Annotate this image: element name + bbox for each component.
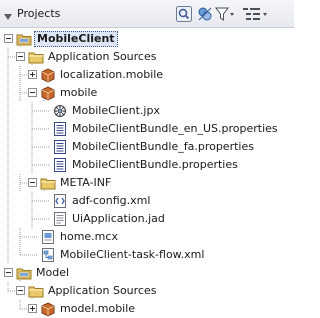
tree-item-label: META-INF <box>60 176 112 189</box>
tree-item-label: Model <box>36 266 70 279</box>
properties-file-icon <box>52 139 68 155</box>
folder-icon <box>28 49 44 65</box>
tree-row[interactable]: Application Sources <box>0 48 294 66</box>
folder-icon <box>28 283 44 299</box>
expand-node-icon[interactable] <box>28 70 37 79</box>
tree-row[interactable]: UiApplication.jad <box>0 210 294 228</box>
collapse-node-icon[interactable] <box>28 88 37 97</box>
folder-icon <box>40 175 56 191</box>
tree-item-label: MobileClient.jpx <box>72 104 160 117</box>
tree-row[interactable]: adf-config.xml <box>0 192 294 210</box>
tree-item-label: MobileClient-task-flow.xml <box>60 248 205 261</box>
tree-row[interactable]: Model <box>0 264 294 282</box>
collapse-panel-icon[interactable] <box>3 11 13 20</box>
jad-file-icon <box>52 211 68 227</box>
tree-item-label: MobileClient <box>34 31 118 47</box>
expand-node-icon[interactable] <box>28 304 37 313</box>
project-tree: MobileClient Application Sources localizat… <box>0 28 294 317</box>
tree-row[interactable]: MobileClientBundle_en_US.properties <box>0 120 294 138</box>
collapse-node-icon[interactable] <box>4 34 13 43</box>
tree-item-label: model.mobile <box>60 302 136 315</box>
tree-item-label: UiApplication.jad <box>72 212 165 225</box>
tree-item-label: MobileClientBundle_fa.properties <box>72 140 254 153</box>
tree-row[interactable]: Application Sources <box>0 282 294 300</box>
collapse-node-icon[interactable] <box>28 178 37 187</box>
navigator-icon[interactable] <box>176 6 192 22</box>
tree-item-label: MobileClientBundle_en_US.properties <box>72 122 278 135</box>
tree-row[interactable]: model.mobile <box>0 300 294 318</box>
filter-icon[interactable] <box>215 6 235 22</box>
project-folder-icon <box>16 31 32 47</box>
panel-header: Projects <box>0 0 294 28</box>
project-folder-icon <box>16 265 32 281</box>
tree-item-label: adf-config.xml <box>72 194 151 207</box>
package-icon <box>40 67 56 83</box>
tree-row[interactable]: MobileClientBundle.properties <box>0 156 294 174</box>
xml-file-icon <box>52 193 68 209</box>
tree-row[interactable]: localization.mobile <box>0 66 294 84</box>
collapse-node-icon[interactable] <box>16 286 25 295</box>
collapse-node-icon[interactable] <box>4 268 13 277</box>
tree-row[interactable]: MobileClient.jpx <box>0 102 294 120</box>
tree-item-label: MobileClientBundle.properties <box>72 158 238 171</box>
task-flow-file-icon <box>40 247 56 263</box>
jpx-file-icon <box>52 103 68 119</box>
tree-item-label: Application Sources <box>48 284 157 297</box>
properties-file-icon <box>52 121 68 137</box>
working-sets-icon[interactable] <box>197 6 213 22</box>
tree-row[interactable]: MobileClientBundle_fa.properties <box>0 138 294 156</box>
tree-item-label: localization.mobile <box>60 68 164 81</box>
panel-title: Projects <box>17 7 61 20</box>
tree-row[interactable]: MobileClient <box>0 30 294 48</box>
tree-row[interactable]: mobile <box>0 84 294 102</box>
tree-row[interactable]: MobileClient-task-flow.xml <box>0 246 294 264</box>
tree-item-label: Application Sources <box>48 50 157 63</box>
tree-row[interactable]: META-INF <box>0 174 294 192</box>
tree-item-label: mobile <box>60 86 98 99</box>
tree-row[interactable]: home.mcx <box>0 228 294 246</box>
projects-panel: Projects MobileClient Application Source… <box>0 0 294 317</box>
properties-file-icon <box>52 157 68 173</box>
collapse-node-icon[interactable] <box>16 52 25 61</box>
package-icon <box>40 85 56 101</box>
mcx-file-icon <box>40 229 56 245</box>
view-options-icon[interactable] <box>242 6 268 22</box>
tree-item-label: home.mcx <box>60 230 118 243</box>
package-icon <box>40 301 56 317</box>
